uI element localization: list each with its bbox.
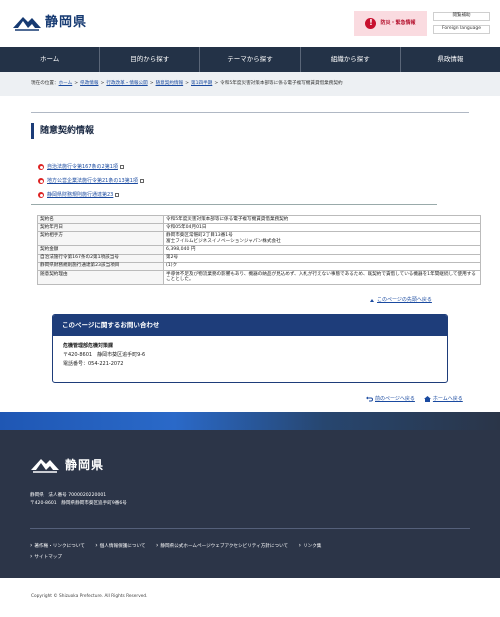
breadcrumb-prefectural-info[interactable]: 県政情報 [80, 81, 98, 87]
footer-logo: 静岡県 [30, 457, 104, 473]
external-window-icon [115, 193, 120, 197]
table-row: 契約相手方 静岡市葵区常磐町2丁目13番1号 富士フイルムビジネスイノベーションジ… [37, 231, 481, 247]
pdf-icon [38, 164, 44, 170]
row-header: 契約年月日 [37, 223, 164, 233]
contact-box: このページに関するお問い合わせ 危機管理部危機対策課 〒420-8601 静岡市… [52, 314, 448, 383]
logo-mountain-icon [13, 17, 41, 31]
doc-link-local-autonomy[interactable]: 自治法施行令第167条の2第1項 [38, 162, 144, 172]
copyright: Copyright © Shizuoka Prefecture. All Rig… [31, 594, 148, 599]
table-row: 随意契約理由 半導体不足及び物流業務の影響もあり、機器の納品が見込めず、入札が行え… [37, 269, 481, 286]
title-divider [31, 112, 469, 113]
logo-mountain-icon [31, 459, 59, 473]
footer-divider [30, 528, 470, 529]
table-row: 自治法施行令第167条の2第1項該当号 第2号 [37, 253, 481, 263]
home-icon [423, 396, 431, 403]
pdf-icon [38, 192, 44, 198]
alert-icon: ! [365, 18, 377, 29]
footer-link-links[interactable]: リンク集 [299, 541, 321, 552]
page-top-label: このページの先頭へ戻る [377, 297, 432, 303]
row-header: 契約相手方 [37, 231, 164, 247]
contact-heading: このページに関するお問い合わせ [53, 315, 447, 336]
row-header: 契約名 [37, 214, 164, 225]
contract-table: 契約名 令和5年度災害対策本部等に係る電子複写機賃貸借業務契約 契約年月日 令和05… [37, 214, 481, 286]
footer-logo-text: 静岡県 [65, 458, 105, 472]
nav-by-purpose[interactable]: 目的から探す [100, 47, 201, 72]
global-nav: ホーム 目的から探す テーマから探す 組織から探す 県政情報 [0, 47, 500, 72]
row-header: 契約金額 [37, 245, 164, 255]
logo-text: 静岡県 [45, 15, 88, 31]
doc-link-label: 自治法施行令第167条の2第1項 [47, 163, 118, 170]
pdf-icon [38, 178, 44, 184]
table-row: 契約金額 6,398,040 円 [37, 245, 481, 255]
page-top-link[interactable]: このページの先頭へ戻る [370, 297, 432, 304]
emergency-info-button[interactable]: ! 防災・緊急情報 [354, 11, 427, 36]
row-value: (1)ク [163, 261, 481, 271]
footer-link-copyright[interactable]: 著作権・リンクについて [30, 541, 84, 552]
footer-gradient-band [0, 412, 500, 430]
row-value: 半導体不足及び物流業務の影響もあり、機器の納品が見込めず、入札が行えない事態であ… [163, 269, 481, 286]
site-footer: 静岡県 静岡県 法人番号 7000020220001 〒420-8601 静岡県… [0, 430, 500, 578]
contact-tel: 電話番号：054-221-2072 [63, 360, 124, 367]
breadcrumb-private-contract[interactable]: 随意契約情報 [156, 81, 184, 87]
table-row: 契約名 令和5年度災害対策本部等に係る電子複写機賃貸借業務契約 [37, 214, 481, 225]
doc-link-finance-rules[interactable]: 静岡県財務規則施行通達第23 [38, 190, 144, 200]
row-header: 自治法施行令第167条の2第1項該当号 [37, 253, 164, 263]
external-window-icon [139, 179, 144, 183]
site-logo[interactable]: 静岡県 [12, 14, 87, 32]
breadcrumb-home[interactable]: ホーム [59, 81, 73, 87]
row-value: 令和05年04月01日 [163, 223, 481, 233]
doc-link-public-enterprise[interactable]: 地方公営企業法施行令第21条の13第1項 [38, 176, 144, 186]
table-row: 契約年月日 令和05年04月01日 [37, 223, 481, 233]
row-value: 6,398,040 円 [163, 245, 481, 255]
footer-link-accessibility[interactable]: 静岡県公式ホームページウェブアクセシビリティ方針について [156, 541, 288, 552]
site-header: 静岡県 ! 防災・緊急情報 閲覧補助 Foreign language [0, 0, 500, 47]
document-links: 自治法施行令第167条の2第1項 地方公営企業法施行令第21条の13第1項 静岡… [38, 162, 144, 204]
row-header: 随意契約理由 [37, 269, 164, 286]
footer-postal-address: 〒420-8601 静岡県静岡市葵区追手町9番6号 [30, 500, 127, 506]
content-divider [31, 204, 437, 205]
nav-prefectural-info[interactable]: 県政情報 [401, 47, 500, 72]
prev-page-link[interactable]: 前のページへ戻る [366, 396, 415, 403]
row-value: 第2号 [163, 253, 481, 263]
emergency-label: 防災・緊急情報 [380, 20, 416, 27]
contact-address: 〒420-8601 静岡市葵区追手町9-6 [63, 351, 146, 358]
breadcrumb-q1[interactable]: 第1四半期 [191, 81, 212, 87]
breadcrumb: 現在の位置： ホーム > 県政情報 > 行政改革・情報公開 > 随意契約情報 > 第1四… [0, 72, 500, 96]
nav-by-organization[interactable]: 組織から探す [301, 47, 401, 72]
doc-link-label: 静岡県財務規則施行通達第23 [47, 191, 114, 198]
footer-corp-number: 静岡県 法人番号 7000020220001 [30, 493, 107, 498]
prev-page-label: 前のページへ戻る [375, 396, 415, 402]
reading-assist-button[interactable]: 閲覧補助 [433, 12, 490, 21]
foreign-language-button[interactable]: Foreign language [433, 25, 490, 34]
row-value: 静岡市葵区常磐町2丁目13番1号 富士フイルムビジネスイノベーションジャパン株式… [163, 231, 481, 247]
footer-links: 著作権・リンクについて 個人情報保護について 静岡県公式ホームページウェブアクセ… [30, 541, 470, 562]
table-row: 静岡県財務規則施行通達第23該当項目 (1)ク [37, 261, 481, 271]
row-header: 静岡県財務規則施行通達第23該当項目 [37, 261, 164, 271]
footer-address: 静岡県 法人番号 7000020220001 〒420-8601 静岡県静岡市葵… [30, 492, 127, 508]
breadcrumb-admin-reform[interactable]: 行政改革・情報公開 [106, 81, 147, 87]
home-label: ホームへ戻る [432, 396, 463, 402]
footer-link-sitemap[interactable]: サイトマップ [30, 552, 62, 563]
back-arrow-icon [366, 396, 373, 402]
row-value: 令和5年度災害対策本部等に係る電子複写機賃貸借業務契約 [163, 214, 481, 225]
page-title: 随意契約情報 [31, 123, 94, 139]
external-window-icon [119, 165, 124, 169]
home-link[interactable]: ホームへ戻る [423, 396, 463, 403]
back-links: 前のページへ戻る ホームへ戻る [366, 396, 463, 403]
nav-home[interactable]: ホーム [0, 47, 101, 72]
doc-link-label: 地方公営企業法施行令第21条の13第1項 [47, 177, 138, 184]
contact-dept: 危機管理部危機対策課 [63, 343, 114, 349]
nav-by-theme[interactable]: テーマから探す [200, 47, 301, 72]
breadcrumb-prefix: 現在の位置： [31, 80, 59, 86]
triangle-up-icon [370, 298, 374, 302]
breadcrumb-current: 令和5年度災害対策本部等に係る電子複写機賃貸借業務契約 [220, 80, 343, 86]
footer-link-privacy[interactable]: 個人情報保護について [95, 541, 146, 552]
